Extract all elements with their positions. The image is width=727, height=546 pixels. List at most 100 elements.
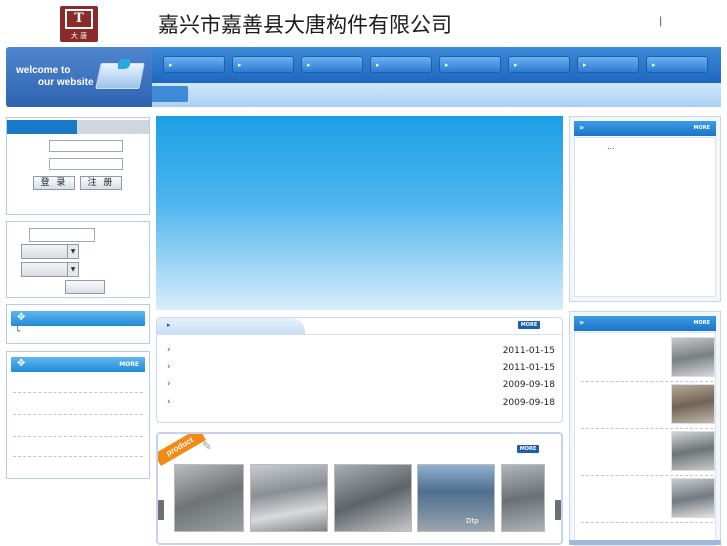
product-ribbon: product: [158, 434, 207, 467]
nav-arrow-icon: ▸: [652, 61, 656, 69]
search-panel: ▼ ▼: [6, 221, 150, 298]
category-panel: ✥ └: [6, 304, 150, 344]
main-nav-bar: ▸ ▸ ▸ ▸ ▸ ▸ ▸ ▸: [152, 47, 721, 83]
right-bottom-content: [574, 332, 716, 546]
product-photo[interactable]: Dtp: [417, 464, 495, 532]
nav-item-7[interactable]: ▸: [577, 56, 639, 73]
search-type-select[interactable]: ▼: [21, 262, 79, 277]
username-input[interactable]: [49, 140, 123, 152]
right-bottom-header: » MORE: [574, 316, 716, 331]
search-button[interactable]: [65, 280, 105, 294]
photo-caption: Dtp: [466, 517, 479, 525]
diamond-icon: ✥: [17, 312, 26, 323]
password-input[interactable]: [49, 158, 123, 170]
product-title-icon: ✎: [202, 439, 213, 453]
chevron-down-icon: ▼: [67, 245, 78, 258]
scroll-right-button[interactable]: [555, 500, 561, 520]
divider: [13, 392, 143, 393]
register-button[interactable]: 注 册: [80, 176, 122, 190]
login-tabs: [7, 120, 149, 134]
product-thumbnail[interactable]: [671, 431, 715, 471]
right-panel-bottom: » MORE: [569, 311, 721, 546]
product-more-link[interactable]: MORE: [517, 445, 539, 453]
nav-item-2[interactable]: ▸: [232, 56, 294, 73]
divider: [13, 436, 143, 437]
login-tab-active[interactable]: [7, 120, 77, 134]
divider: [13, 456, 143, 457]
welcome-banner: welcome to our website: [6, 47, 152, 107]
hero-banner: [156, 116, 563, 310]
nav-arrow-icon: ▸: [307, 61, 311, 69]
news-item[interactable]: › 2011-01-15: [167, 345, 555, 359]
product-thumbnail[interactable]: [671, 478, 715, 518]
divider: [581, 428, 713, 429]
news-date: 2009-09-18: [502, 398, 555, 408]
divider: [581, 522, 713, 523]
company-logo[interactable]: T 大 唐: [60, 6, 98, 42]
nav-arrow-icon: ▸: [238, 61, 242, 69]
logo-mark: T: [65, 9, 93, 29]
nav-arrow-icon: ▸: [445, 61, 449, 69]
ellipsis-text: ...: [607, 142, 615, 151]
arrow-right-icon: ›: [167, 397, 171, 407]
news-item[interactable]: › 2009-09-18: [167, 397, 555, 411]
divider: [157, 334, 562, 335]
nav-item-5[interactable]: ▸: [439, 56, 501, 73]
arrow-right-icon: ›: [167, 345, 171, 355]
scroll-left-button[interactable]: [158, 500, 164, 520]
product-photo[interactable]: [501, 464, 545, 532]
product-thumbnail[interactable]: [671, 337, 715, 377]
divider: [581, 381, 713, 382]
divider: [581, 475, 713, 476]
product-photo[interactable]: [250, 464, 328, 532]
right-bottom-strip: [569, 540, 721, 545]
divider: [13, 414, 143, 415]
login-panel: 登 录 注 册: [6, 117, 150, 215]
header-separator: |: [659, 16, 663, 27]
nav-item-3[interactable]: ▸: [301, 56, 363, 73]
nav-item-8[interactable]: ▸: [646, 56, 708, 73]
butterfly-icon: [118, 59, 130, 69]
news-item[interactable]: › 2009-09-18: [167, 379, 555, 393]
arrow-right-icon: ▸: [167, 321, 171, 329]
category-header: ✥: [11, 311, 145, 326]
nav-item-4[interactable]: ▸: [370, 56, 432, 73]
arrow-right-icon: ›: [167, 362, 171, 372]
welcome-line-1: welcome to: [16, 65, 71, 76]
double-arrow-icon: »: [579, 318, 585, 327]
nav-arrow-icon: ▸: [376, 61, 380, 69]
news-date: 2011-01-15: [502, 363, 555, 373]
product-photo[interactable]: [174, 464, 244, 532]
links-header: ✥ MORE: [11, 357, 145, 372]
nav-item-6[interactable]: ▸: [508, 56, 570, 73]
chevron-down-icon: ▼: [67, 263, 78, 276]
logo-caption: 大 唐: [70, 32, 88, 40]
links-panel: ✥ MORE: [6, 351, 150, 479]
arrow-right-icon: ›: [167, 379, 171, 389]
news-item[interactable]: › 2011-01-15: [167, 362, 555, 376]
news-date: 2011-01-15: [502, 346, 555, 356]
search-category-select[interactable]: ▼: [21, 244, 79, 259]
product-thumbnail[interactable]: [671, 384, 715, 424]
search-input[interactable]: [29, 228, 95, 242]
right-panel-top: » MORE ...: [569, 116, 721, 302]
news-more-link[interactable]: MORE: [518, 321, 540, 329]
news-panel: ▸ MORE › 2011-01-15 › 2011-01-15 › 2009-09-…: [156, 317, 563, 423]
news-date: 2009-09-18: [502, 380, 555, 390]
diamond-icon: ✥: [17, 358, 26, 369]
product-panel: product ✎ MORE Dtp: [156, 432, 563, 545]
sub-nav-tab[interactable]: [152, 86, 188, 102]
right-top-header: » MORE: [574, 121, 716, 136]
login-button[interactable]: 登 录: [33, 176, 75, 190]
sub-nav-bar: [152, 83, 721, 107]
nav-item-1[interactable]: ▸: [163, 56, 225, 73]
nav-arrow-icon: ▸: [583, 61, 587, 69]
right-bottom-more-link[interactable]: MORE: [694, 320, 711, 326]
right-top-more-link[interactable]: MORE: [694, 125, 711, 131]
corner-glyph: └: [15, 327, 21, 337]
product-photo[interactable]: [334, 464, 412, 532]
welcome-line-2: our website: [38, 77, 94, 88]
links-more-link[interactable]: MORE: [119, 361, 139, 368]
double-arrow-icon: »: [579, 123, 585, 132]
news-tab[interactable]: ▸: [157, 318, 305, 334]
